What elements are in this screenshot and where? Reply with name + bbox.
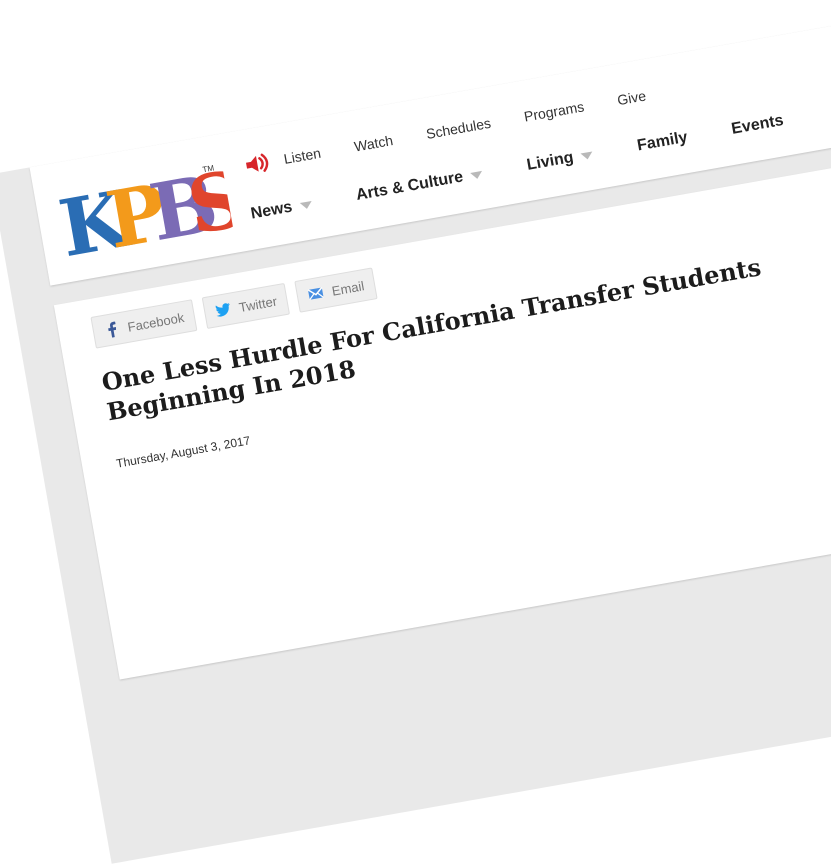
watch-label: Watch: [352, 132, 395, 155]
listen-link[interactable]: Listen: [241, 142, 323, 177]
programs-link[interactable]: Programs: [523, 98, 586, 124]
chevron-down-icon: [299, 200, 313, 210]
give-label: Give: [616, 87, 648, 109]
nav-events-label: Events: [730, 111, 785, 138]
article-date: Thursday, August 3, 2017: [115, 433, 252, 471]
watch-link[interactable]: Watch: [353, 132, 394, 155]
nav-arts-culture[interactable]: Arts & Culture: [355, 165, 485, 205]
envelope-icon: [308, 286, 325, 301]
speaker-icon: [245, 153, 269, 172]
nav-events[interactable]: Events: [730, 112, 785, 139]
facebook-label: Facebook: [126, 309, 186, 335]
kpbs-logo[interactable]: K P B S TM: [51, 144, 236, 272]
facebook-icon: [108, 321, 117, 338]
listen-label: Listen: [282, 144, 323, 167]
nav-arts-culture-label: Arts & Culture: [354, 168, 465, 204]
nav-family-label: Family: [635, 128, 689, 155]
email-share-button[interactable]: Email: [294, 267, 378, 313]
screenshot-stage: K P B S TM Listen Watch Schedules Progra…: [0, 0, 831, 864]
twitter-share-button[interactable]: Twitter: [201, 282, 291, 329]
twitter-label: Twitter: [237, 293, 279, 315]
chevron-down-icon: [470, 170, 484, 180]
schedules-link[interactable]: Schedules: [425, 115, 492, 142]
email-label: Email: [330, 277, 366, 299]
chevron-down-icon: [580, 150, 594, 160]
nav-living-label: Living: [525, 148, 575, 174]
programs-label: Programs: [522, 98, 586, 125]
nav-living[interactable]: Living: [526, 145, 595, 174]
give-link[interactable]: Give: [616, 87, 647, 108]
nav-news[interactable]: News: [250, 195, 314, 223]
twitter-icon: [215, 302, 230, 317]
nav-news-label: News: [249, 198, 294, 223]
nav-family[interactable]: Family: [636, 129, 689, 156]
schedules-label: Schedules: [424, 114, 493, 142]
facebook-share-button[interactable]: Facebook: [90, 299, 198, 349]
